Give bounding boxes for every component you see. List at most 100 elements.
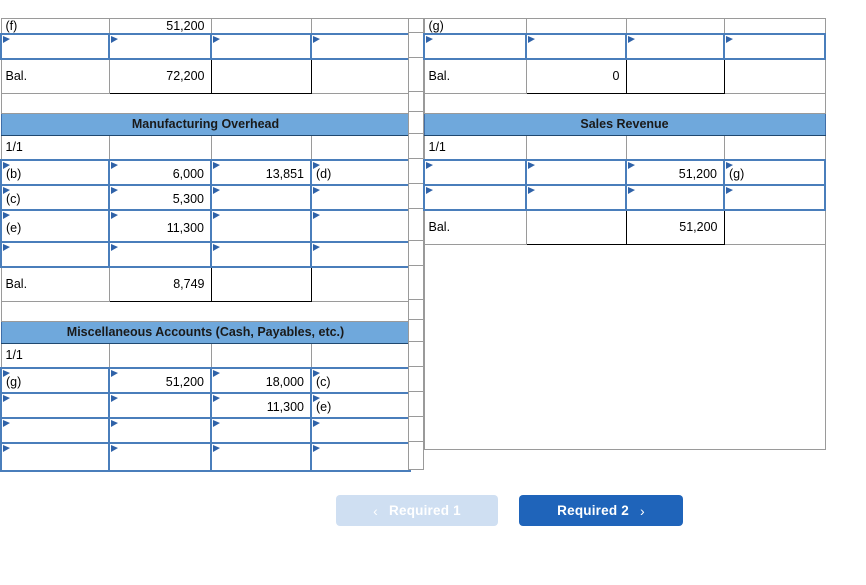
balance-label: Bal. xyxy=(5,69,28,84)
entry-credit-input[interactable]: 18,000 xyxy=(210,367,312,394)
cell-flag-icon xyxy=(426,162,433,169)
entry-credit-input[interactable]: 13,851 xyxy=(210,159,312,186)
cell-flag-icon xyxy=(3,395,10,402)
divider-row xyxy=(408,391,424,417)
left-t-account-panel: (f) 51,200 Bal. 72,200 Manufacturing Ove… xyxy=(0,18,411,472)
entry-debit-input[interactable]: 11,300 xyxy=(108,209,212,243)
opening-date-label: 1/1 xyxy=(5,140,23,155)
entry-credit-input[interactable] xyxy=(625,184,725,211)
opening-date-label: 1/1 xyxy=(428,140,446,155)
required-1-button[interactable]: ‹ Required 1 xyxy=(336,495,498,526)
cell-flag-icon xyxy=(426,36,433,43)
cell-flag-icon xyxy=(426,187,433,194)
entry-ref-input[interactable]: (b) xyxy=(0,159,110,186)
opening-credit-cell xyxy=(210,342,312,369)
entry-credit-input[interactable] xyxy=(210,184,312,211)
divider-row xyxy=(408,240,424,266)
balance-debit-cell: 72,200 xyxy=(108,58,212,94)
balance-debit-cell: 8,749 xyxy=(108,266,212,302)
entry-credit-ref-input[interactable]: (e) xyxy=(310,392,411,419)
entry-debit-input[interactable] xyxy=(108,392,212,419)
opening-label-cell: 1/1 xyxy=(423,134,527,161)
balance-label-cell: Bal. xyxy=(423,209,527,245)
section-header-row: Miscellaneous Accounts (Cash, Payables, … xyxy=(0,320,411,344)
entry-credit-input[interactable] xyxy=(210,442,312,472)
divider-row xyxy=(408,183,424,209)
balance-spacer-cell xyxy=(310,58,411,94)
entry-ref-input[interactable] xyxy=(0,241,110,268)
entry-credit-input[interactable] xyxy=(210,417,312,444)
entry-ref-input[interactable] xyxy=(0,33,110,60)
entry-credit-input[interactable]: 11,300 xyxy=(210,392,312,419)
entry-credit-ref-input[interactable] xyxy=(310,184,411,211)
entry-debit-input[interactable] xyxy=(525,159,627,186)
required-2-label: Required 2 xyxy=(557,503,629,518)
right-t-account-panel: (g) Bal. 0 Sales Revenue 1/1 51,200 (g) … xyxy=(423,18,826,450)
entry-credit-ref-input[interactable] xyxy=(723,184,826,211)
divider-row xyxy=(408,18,424,33)
divider-cell xyxy=(408,183,424,209)
entry-ref-input[interactable] xyxy=(423,33,527,60)
table-row: 11,300 (e) xyxy=(0,392,411,419)
cell-flag-icon xyxy=(111,36,118,43)
entry-debit-input[interactable] xyxy=(108,33,212,60)
section-header-row: Sales Revenue xyxy=(423,112,826,136)
balance-label: Bal. xyxy=(428,220,451,235)
entry-ref-input[interactable]: (c) xyxy=(0,184,110,211)
entry-credit-input[interactable] xyxy=(625,33,725,60)
entry-credit-input[interactable] xyxy=(210,209,312,243)
worksheet-canvas: (f) 51,200 Bal. 72,200 Manufacturing Ove… xyxy=(0,0,866,585)
entry-ref-input[interactable] xyxy=(423,159,527,186)
table-row: (g) 51,200 18,000 (c) xyxy=(0,367,411,394)
entry-debit-input[interactable]: 5,300 xyxy=(108,184,212,211)
entry-ref-input[interactable] xyxy=(423,184,527,211)
table-row: 1/1 xyxy=(0,134,411,161)
balance-spacer-cell xyxy=(310,266,411,302)
entry-ref-input[interactable] xyxy=(0,442,110,472)
table-row: (e) 11,300 xyxy=(0,209,411,243)
clipped-ref-cell: (g) xyxy=(423,18,527,35)
entry-credit-ref-input[interactable] xyxy=(310,417,411,444)
balance-label: Bal. xyxy=(428,69,451,84)
entry-credit-ref-input[interactable] xyxy=(310,241,411,268)
balance-debit-value: 8,749 xyxy=(173,277,205,292)
cell-flag-icon xyxy=(213,445,220,452)
required-2-button[interactable]: Required 2 › xyxy=(519,495,683,526)
cell-flag-icon xyxy=(528,36,535,43)
entry-credit-ref-input[interactable] xyxy=(310,209,411,243)
entry-debit-input[interactable] xyxy=(525,184,627,211)
divider-row xyxy=(408,158,424,184)
entry-ref-input[interactable] xyxy=(0,392,110,419)
entry-debit-input[interactable] xyxy=(108,442,212,472)
entry-credit-ref-input[interactable] xyxy=(310,442,411,472)
spacer-cell xyxy=(0,300,411,322)
entry-ref-input[interactable]: (g) xyxy=(0,367,110,394)
entry-ref-input[interactable]: (e) xyxy=(0,209,110,243)
entry-debit-input[interactable] xyxy=(108,241,212,268)
cell-flag-icon xyxy=(111,395,118,402)
entry-credit-input[interactable] xyxy=(210,241,312,268)
entry-ref-input[interactable] xyxy=(0,417,110,444)
clipped-ref-cell: (f) xyxy=(0,18,110,35)
entry-debit-input[interactable]: 6,000 xyxy=(108,159,212,186)
entry-debit-input[interactable] xyxy=(108,417,212,444)
clipped-credit-ref-cell xyxy=(310,18,411,35)
spacer-cell xyxy=(423,92,826,114)
divider-row xyxy=(408,91,424,112)
entry-credit-input[interactable] xyxy=(210,33,312,60)
entry-debit-input[interactable] xyxy=(525,33,627,60)
entry-credit-ref-input[interactable]: (g) xyxy=(723,159,826,186)
table-row: (b) 6,000 13,851 (d) xyxy=(0,159,411,186)
divider-cell xyxy=(408,91,424,112)
entry-credit-ref-input[interactable] xyxy=(723,33,826,60)
entry-credit-ref-input[interactable]: (d) xyxy=(310,159,411,186)
entry-credit-input[interactable]: 51,200 xyxy=(625,159,725,186)
clipped-debit-cell xyxy=(525,18,627,35)
balance-label-cell: Bal. xyxy=(0,266,110,302)
clipped-credit-cell xyxy=(625,18,725,35)
entry-credit-ref-input[interactable]: (c) xyxy=(310,367,411,394)
entry-debit-input[interactable]: 51,200 xyxy=(108,367,212,394)
entry-credit-ref-input[interactable] xyxy=(310,33,411,60)
balance-spacer-cell xyxy=(723,58,826,94)
divider-row xyxy=(408,57,424,92)
